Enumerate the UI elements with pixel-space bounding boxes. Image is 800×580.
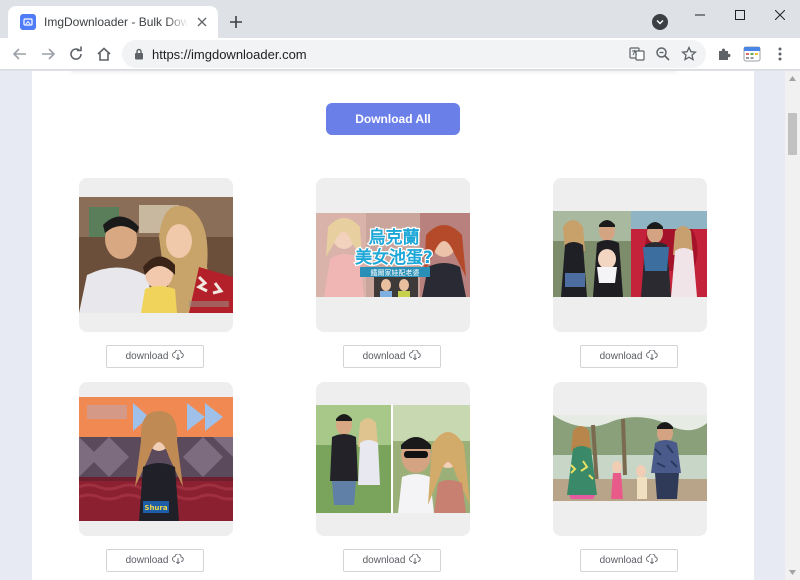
browser-tab[interactable]: ImgDownloader - Bulk Downloader [8, 6, 218, 38]
download-label: download [599, 555, 643, 566]
download-label: download [125, 555, 169, 566]
minimize-icon[interactable] [680, 0, 720, 30]
tv-nameplate-text: Shura [144, 504, 167, 512]
download-button[interactable]: download [580, 549, 678, 572]
translate-icon[interactable] [624, 41, 650, 67]
gallery-item-4: Shura download [79, 382, 233, 572]
photo-couple-with-baby[interactable] [553, 211, 707, 297]
scrollbar-thumb[interactable] [788, 113, 797, 155]
url-text: https://imgdownloader.com [152, 46, 307, 62]
content-card: Download All download 烏克蘭 美女池蛋? 鐵爾家娃配老婆 … [32, 71, 754, 580]
download-label: download [599, 351, 643, 362]
back-arrow-icon[interactable] [8, 42, 32, 66]
close-tab-icon[interactable] [194, 14, 210, 30]
download-button[interactable]: download [343, 549, 441, 572]
thumbnail-banner-subtitle: 鐵爾家娃配老婆 [371, 268, 420, 277]
download-all-button[interactable]: Download All [326, 103, 460, 135]
download-label: download [362, 351, 406, 362]
cloud-download-icon [409, 349, 422, 363]
new-tab-icon[interactable] [226, 12, 246, 32]
vertical-scrollbar[interactable] [785, 71, 800, 580]
photo-couple-collage[interactable] [316, 405, 470, 513]
tab-strip: ImgDownloader - Bulk Downloader [0, 0, 800, 38]
download-button[interactable]: download [580, 345, 678, 368]
gallery-item-3: download [553, 178, 707, 368]
close-window-icon[interactable] [760, 0, 800, 30]
scroll-down-arrow-icon[interactable] [785, 565, 800, 580]
image-card [553, 178, 707, 332]
forward-arrow-icon[interactable] [36, 42, 60, 66]
image-card [79, 178, 233, 332]
cloud-download-icon [646, 349, 659, 363]
thumbnail-banner-line1: 烏克蘭 [369, 227, 420, 248]
download-label: download [125, 351, 169, 362]
download-button[interactable]: download [106, 345, 204, 368]
photo-family-selfie[interactable] [79, 197, 233, 313]
cloud-download-icon [409, 553, 422, 567]
tab-search-icon[interactable] [652, 14, 668, 30]
gallery-item-2: 烏克蘭 美女池蛋? 鐵爾家娃配老婆 download [316, 178, 470, 368]
address-bar[interactable]: https://imgdownloader.com [122, 40, 706, 68]
thumbnail-banner-line2: 美女池蛋? [355, 247, 433, 268]
tab-title: ImgDownloader - Bulk Downloader [44, 15, 188, 29]
maximize-icon[interactable] [720, 0, 760, 30]
extensions-puzzle-icon[interactable] [712, 42, 736, 66]
bookmark-star-icon[interactable] [676, 41, 702, 67]
cloud-download-icon [172, 553, 185, 567]
download-button[interactable]: download [343, 345, 441, 368]
gallery-item-5: download [316, 382, 470, 572]
photo-video-thumbnail[interactable]: 烏克蘭 美女池蛋? 鐵爾家娃配老婆 [316, 213, 470, 297]
image-card: Shura [79, 382, 233, 536]
cloud-download-icon [646, 553, 659, 567]
more-menu-icon[interactable] [768, 42, 792, 66]
reload-icon[interactable] [64, 42, 88, 66]
extension-calendar-icon[interactable] [740, 42, 764, 66]
gallery-item-6: download [553, 382, 707, 572]
image-card [316, 382, 470, 536]
gallery-item-1: download [79, 178, 233, 368]
cloud-download-icon [172, 349, 185, 363]
scroll-up-arrow-icon[interactable] [785, 71, 800, 86]
home-icon[interactable] [92, 42, 116, 66]
photo-tv-stage[interactable]: Shura [79, 397, 233, 521]
page-viewport: Download All download 烏克蘭 美女池蛋? 鐵爾家娃配老婆 … [0, 71, 785, 580]
photo-family-outdoors[interactable] [553, 415, 707, 501]
image-card [553, 382, 707, 536]
download-label: download [362, 555, 406, 566]
download-button[interactable]: download [106, 549, 204, 572]
imgdownloader-favicon-icon [20, 14, 36, 30]
zoom-icon[interactable] [650, 41, 676, 67]
image-card: 烏克蘭 美女池蛋? 鐵爾家娃配老婆 [316, 178, 470, 332]
lock-icon[interactable] [134, 48, 144, 60]
browser-toolbar: https://imgdownloader.com [0, 38, 800, 70]
